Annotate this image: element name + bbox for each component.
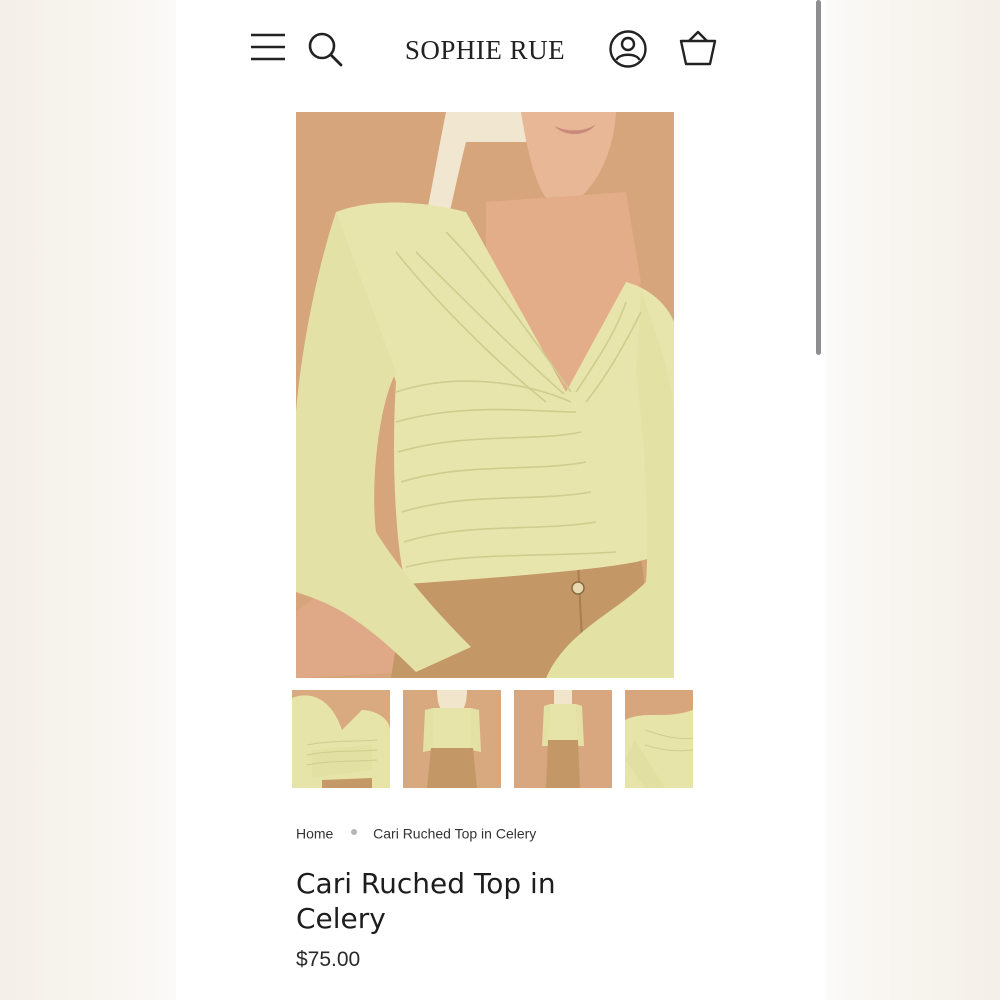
model-photo bbox=[296, 112, 674, 678]
thumbnail-full-front[interactable] bbox=[514, 690, 612, 788]
search-icon[interactable] bbox=[306, 30, 344, 68]
cart-icon[interactable] bbox=[678, 30, 718, 68]
breadcrumb-separator-dot bbox=[351, 829, 358, 836]
site-header: SOPHIE RUE bbox=[176, 0, 826, 100]
thumbnail-strip bbox=[292, 690, 693, 802]
screen: SOPHIE RUE Home Cari Ruched Top in Celer… bbox=[0, 0, 1000, 1000]
product-price: $75.00 bbox=[296, 948, 361, 971]
menu-icon[interactable] bbox=[250, 32, 286, 62]
breadcrumb: Home Cari Ruched Top in Celery bbox=[296, 824, 536, 846]
breadcrumb-home-link[interactable]: Home bbox=[296, 825, 333, 841]
thumbnail-back-view[interactable] bbox=[403, 690, 501, 788]
backdrop-left bbox=[0, 0, 176, 1000]
thumbnail-front-closeup[interactable] bbox=[292, 690, 390, 788]
breadcrumb-current: Cari Ruched Top in Celery bbox=[373, 825, 537, 842]
product-title: Cari Ruched Top in Celery bbox=[296, 867, 556, 935]
thumbnail-side-detail[interactable] bbox=[625, 690, 693, 788]
brand-logo[interactable]: SOPHIE RUE bbox=[396, 30, 574, 70]
product-main-image[interactable] bbox=[296, 112, 674, 678]
account-icon[interactable] bbox=[608, 29, 648, 69]
phone-page: SOPHIE RUE Home Cari Ruched Top in Celer… bbox=[176, 0, 826, 1000]
scrollbar[interactable] bbox=[816, 0, 821, 355]
backdrop-right bbox=[826, 0, 1000, 1000]
